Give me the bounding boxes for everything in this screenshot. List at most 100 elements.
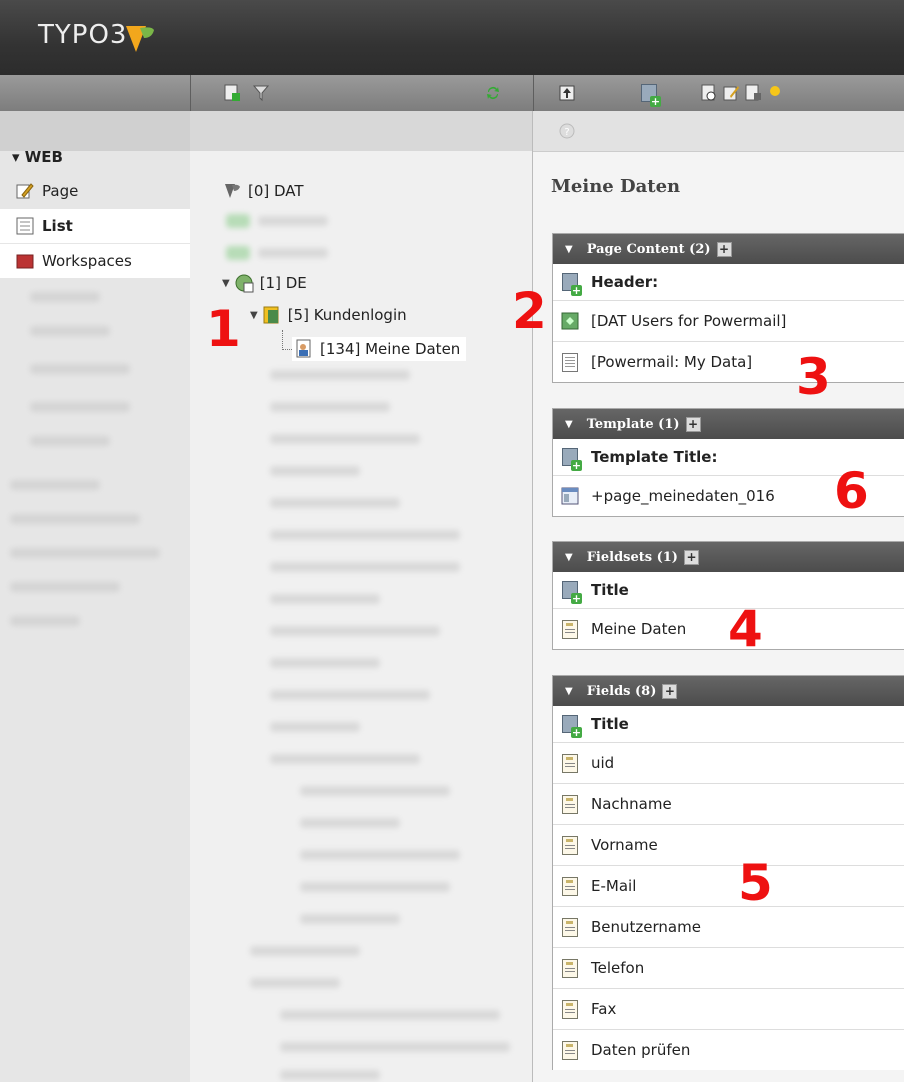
record-row[interactable]: uid	[553, 742, 904, 783]
record-row[interactable]: [Powermail: My Data]	[553, 341, 904, 382]
module-page[interactable]: Page	[0, 174, 190, 208]
tree-node-de[interactable]: ▼ [1] DE	[222, 273, 307, 293]
section-page-content: ▼ Page Content (2) + Header: [DAT Users …	[552, 233, 904, 383]
typo3-root-icon	[222, 181, 242, 201]
annotation-number: 2	[512, 282, 547, 340]
help-icon[interactable]: ?	[559, 123, 575, 143]
field-icon	[561, 1040, 579, 1060]
refresh-icon[interactable]	[484, 84, 502, 102]
record-row[interactable]: Fax	[553, 988, 904, 1029]
collapse-arrow-icon[interactable]: ▼	[565, 244, 573, 255]
field-icon	[561, 876, 579, 896]
new-page-icon[interactable]	[223, 84, 241, 102]
record-title: [Powermail: My Data]	[591, 353, 753, 371]
fieldset-icon	[561, 619, 579, 639]
new-record-icon[interactable]	[561, 448, 582, 471]
list-icon	[16, 217, 34, 235]
tree-node-meine-daten[interactable]: [134] Meine Daten	[292, 337, 467, 361]
edit-page-icon[interactable]	[722, 84, 740, 102]
annotation-number: 6	[834, 462, 869, 520]
record-title: [DAT Users for Powermail]	[591, 312, 787, 330]
add-record-icon[interactable]: +	[683, 549, 699, 565]
page-title: Meine Daten	[551, 176, 681, 197]
collapse-arrow-icon[interactable]: ▼	[565, 419, 573, 430]
module-group-web[interactable]: ▾ WEB	[12, 148, 63, 166]
record-title: Daten prüfen	[591, 1041, 691, 1059]
view-page-icon[interactable]	[700, 84, 718, 102]
folder-user-icon	[262, 305, 282, 325]
tree-connector	[282, 330, 284, 350]
field-icon	[561, 917, 579, 937]
record-title: E-Mail	[591, 877, 637, 895]
page-info-icon[interactable]	[744, 84, 762, 102]
tree-node-label: [0] DAT	[248, 182, 304, 200]
new-record-icon[interactable]	[640, 84, 661, 107]
lightbulb-icon[interactable]	[766, 84, 784, 102]
record-row[interactable]: Nachname	[553, 783, 904, 824]
content-element-icon	[561, 352, 579, 372]
field-icon	[561, 999, 579, 1019]
column-header: Header:	[591, 273, 659, 291]
new-record-icon[interactable]	[561, 581, 582, 604]
top-bar: TYPO3	[0, 0, 904, 75]
record-row[interactable]: Telefon	[553, 947, 904, 988]
collapse-arrow-icon[interactable]: ▼	[250, 310, 258, 321]
add-record-icon[interactable]: +	[662, 683, 678, 699]
field-icon	[561, 958, 579, 978]
annotation-number: 3	[796, 348, 831, 406]
filter-icon[interactable]	[252, 84, 270, 102]
record-title: +page_meinedaten_016	[591, 487, 775, 505]
record-title: Telefon	[591, 959, 645, 977]
record-row[interactable]: E-Mail	[553, 865, 904, 906]
globe-page-icon	[234, 273, 254, 293]
column-header-row: Header:	[553, 264, 904, 300]
typo3-logo-text: TYPO3	[38, 20, 128, 50]
record-title: Benutzername	[591, 918, 701, 936]
module-list[interactable]: List	[0, 209, 190, 243]
column-header-row: Title	[553, 706, 904, 742]
collapse-arrow-icon[interactable]: ▼	[565, 552, 573, 563]
module-menu-header	[0, 111, 190, 151]
add-record-icon[interactable]: +	[716, 241, 732, 257]
record-row[interactable]: Vorname	[553, 824, 904, 865]
svg-text:?: ?	[564, 127, 569, 138]
module-page-label: Page	[42, 182, 79, 200]
record-row[interactable]: [DAT Users for Powermail]	[553, 300, 904, 341]
record-row[interactable]: Benutzername	[553, 906, 904, 947]
annotation-number: 5	[738, 854, 773, 912]
section-title: Fieldsets (1)	[586, 549, 678, 565]
add-record-icon[interactable]: +	[685, 416, 701, 432]
section-header[interactable]: ▼ Fieldsets (1) +	[553, 542, 904, 572]
collapse-arrow-icon[interactable]: ▼	[565, 686, 573, 697]
move-up-icon[interactable]	[558, 84, 576, 102]
tree-node-label: [134] Meine Daten	[320, 340, 461, 358]
section-header[interactable]: ▼ Fields (8) +	[553, 676, 904, 706]
record-title: Vorname	[591, 836, 658, 854]
blurred-tree-node	[226, 240, 356, 262]
column-header: Template Title:	[591, 448, 718, 466]
section-fields: ▼ Fields (8) + Title uid Nachname Vornam…	[552, 675, 904, 1070]
tree-node-root[interactable]: [0] DAT	[222, 181, 304, 201]
blurred-page-tree	[200, 360, 530, 1082]
column-header: Title	[591, 581, 629, 599]
blurred-tree-node	[226, 208, 356, 230]
record-title: Meine Daten	[591, 620, 687, 638]
field-icon	[561, 753, 579, 773]
tree-node-kundenlogin[interactable]: ▼ [5] Kundenlogin	[250, 305, 407, 325]
field-icon	[561, 835, 579, 855]
section-header[interactable]: ▼ Template (1) +	[553, 409, 904, 439]
record-title: Fax	[591, 1000, 617, 1018]
section-title: Page Content (2)	[586, 241, 711, 257]
field-icon	[561, 794, 579, 814]
section-title: Template (1)	[586, 416, 680, 432]
template-icon	[561, 487, 579, 505]
collapse-arrow-icon[interactable]: ▼	[222, 278, 230, 289]
module-list-label: List	[42, 217, 73, 235]
new-record-icon[interactable]	[561, 273, 582, 296]
new-record-icon[interactable]	[561, 715, 582, 738]
record-row[interactable]: Daten prüfen	[553, 1029, 904, 1070]
annotation-number: 4	[728, 600, 763, 658]
tree-node-label: [5] Kundenlogin	[287, 306, 407, 324]
user-page-icon	[294, 339, 314, 359]
section-header[interactable]: ▼ Page Content (2) +	[553, 234, 904, 264]
